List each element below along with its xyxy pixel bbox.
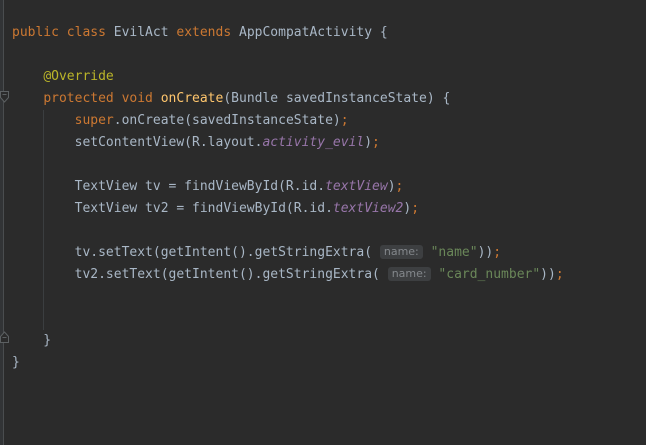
line-textview-tv2[interactable]: TextView tv2 = findViewById(R.id.textVie… — [12, 198, 564, 220]
code-token-def: )) — [478, 245, 494, 260]
code-token-field: activity_evil — [262, 135, 364, 150]
code-token-def: AppCompatActivity { — [239, 25, 388, 40]
fold-collapse-end-icon[interactable] — [0, 331, 10, 343]
code-lines: public class EvilAct extends AppCompatAc… — [12, 22, 564, 374]
line-blank[interactable] — [12, 44, 564, 66]
line-settext-card-number[interactable]: tv2.setText(getIntent().getStringExtra( … — [12, 264, 564, 286]
code-token-semi: ; — [411, 201, 419, 216]
code-token-def: .onCreate(savedInstanceState) — [114, 113, 341, 128]
code-token-def: setContentView(R.layout. — [12, 135, 262, 150]
line-method-close-brace[interactable]: } — [12, 330, 564, 352]
code-token-semi: ; — [493, 245, 501, 260]
line-setcontentview[interactable]: setContentView(R.layout.activity_evil); — [12, 132, 564, 154]
code-token-def: tv.setText(getIntent().getStringExtra( — [12, 245, 380, 260]
code-token-def: (Bundle savedInstanceState) { — [223, 91, 450, 106]
line-class-close-brace[interactable]: } — [12, 352, 564, 374]
code-token-def: ) — [403, 201, 411, 216]
line-blank[interactable] — [12, 286, 564, 308]
fold-region-line — [3, 0, 4, 445]
code-token-def — [12, 91, 43, 106]
code-token-semi: ; — [372, 135, 380, 150]
code-token-def — [12, 69, 43, 84]
code-token-decl: onCreate — [161, 91, 224, 106]
code-token-def: EvilAct — [114, 25, 177, 40]
code-token-def: ) — [388, 179, 396, 194]
code-token-def — [12, 113, 75, 128]
parameter-hint-chip[interactable]: name: — [388, 267, 431, 281]
code-token-semi: ; — [341, 113, 349, 128]
code-token-def: TextView tv = findViewById(R.id. — [12, 179, 325, 194]
line-textview-tv[interactable]: TextView tv = findViewById(R.id.textView… — [12, 176, 564, 198]
code-token-kw: protected void — [43, 91, 160, 106]
code-token-kw: extends — [176, 25, 239, 40]
code-token-field: textView2 — [333, 201, 403, 216]
line-blank[interactable] — [12, 220, 564, 242]
code-token-semi: ; — [556, 267, 564, 282]
code-token-field: textView — [325, 179, 388, 194]
code-token-semi: ; — [396, 179, 404, 194]
code-token-kw: super — [75, 113, 114, 128]
code-token-def — [423, 245, 431, 260]
code-token-str: "card_number" — [438, 267, 540, 282]
code-token-def: } — [12, 333, 51, 348]
fold-collapse-start-icon[interactable] — [0, 91, 10, 103]
code-token-str: "name" — [431, 245, 478, 260]
line-blank[interactable] — [12, 308, 564, 330]
line-class-declaration[interactable]: public class EvilAct extends AppCompatAc… — [12, 22, 564, 44]
code-token-def: )) — [540, 267, 556, 282]
code-token-def: } — [12, 355, 20, 370]
code-token-def: tv2.setText(getIntent().getStringExtra( — [12, 267, 388, 282]
code-token-def: TextView tv2 = findViewById(R.id. — [12, 201, 333, 216]
line-settext-name[interactable]: tv.setText(getIntent().getStringExtra( n… — [12, 242, 564, 264]
code-token-kw: public class — [12, 25, 114, 40]
line-oncreate-declaration[interactable]: protected void onCreate(Bundle savedInst… — [12, 88, 564, 110]
line-blank[interactable] — [12, 154, 564, 176]
parameter-hint-chip[interactable]: name: — [380, 245, 423, 259]
line-super-oncreate[interactable]: super.onCreate(savedInstanceState); — [12, 110, 564, 132]
line-annotation[interactable]: @Override — [12, 66, 564, 88]
code-token-ann: @Override — [43, 69, 113, 84]
code-token-def: ) — [364, 135, 372, 150]
code-editor: public class EvilAct extends AppCompatAc… — [0, 0, 646, 445]
